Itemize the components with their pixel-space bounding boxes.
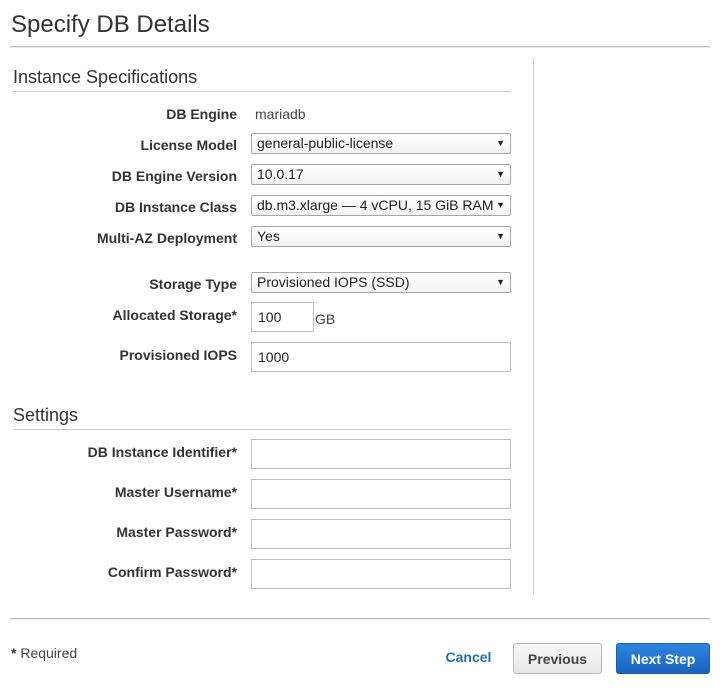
footer-divider — [10, 618, 710, 620]
next-step-button[interactable]: Next Step — [616, 643, 710, 674]
master-username-input[interactable] — [251, 479, 511, 509]
master-password-input[interactable] — [251, 519, 511, 549]
multi-az-deployment-select[interactable]: Yes ▼ — [251, 226, 511, 247]
chevron-down-icon: ▼ — [496, 200, 505, 210]
chevron-down-icon: ▼ — [496, 231, 505, 241]
page-title: Specify DB Details — [11, 11, 210, 38]
license-model-select[interactable]: general-public-license ▼ — [251, 133, 511, 154]
db-engine-value: mariadb — [255, 106, 306, 122]
multi-az-deployment-selected-value: Yes — [257, 228, 280, 244]
instance-specifications-heading: Instance Specifications — [13, 67, 198, 87]
master-password-label: Master Password* — [116, 524, 237, 540]
allocated-storage-unit: GB — [315, 311, 336, 327]
chevron-down-icon: ▼ — [496, 277, 505, 287]
title-divider — [10, 46, 710, 48]
allocated-storage-input[interactable] — [251, 302, 314, 332]
multi-az-deployment-label: Multi-AZ Deployment — [97, 230, 237, 246]
db-instance-class-label: DB Instance Class — [114, 199, 237, 215]
storage-type-select[interactable]: Provisioned IOPS (SSD) ▼ — [251, 272, 511, 293]
required-text: Required — [16, 645, 78, 661]
chevron-down-icon: ▼ — [496, 138, 505, 148]
instance-specifications-divider — [13, 91, 511, 92]
db-engine-version-label: DB Engine Version — [111, 168, 237, 184]
confirm-password-input[interactable] — [251, 559, 511, 589]
settings-divider — [13, 429, 511, 430]
db-instance-class-selected-value: db.m3.xlarge — 4 vCPU, 15 GiB RAM — [257, 197, 494, 213]
settings-heading: Settings — [13, 405, 79, 425]
required-note: * Required — [11, 644, 77, 662]
allocated-storage-label: Allocated Storage* — [112, 307, 237, 323]
storage-type-selected-value: Provisioned IOPS (SSD) — [257, 274, 410, 290]
provisioned-iops-input[interactable] — [251, 342, 511, 372]
cancel-button[interactable]: Cancel — [437, 643, 500, 671]
master-username-label: Master Username* — [114, 484, 237, 500]
storage-type-label: Storage Type — [149, 276, 237, 292]
db-instance-identifier-label: DB Instance Identifier* — [87, 444, 237, 460]
db-instance-class-select[interactable]: db.m3.xlarge — 4 vCPU, 15 GiB RAM ▼ — [251, 195, 511, 216]
db-engine-version-select[interactable]: 10.0.17 ▼ — [251, 164, 511, 185]
provisioned-iops-label: Provisioned IOPS — [119, 347, 237, 363]
vertical-divider — [533, 58, 534, 595]
license-model-selected-value: general-public-license — [257, 135, 394, 151]
chevron-down-icon: ▼ — [496, 169, 505, 179]
previous-button[interactable]: Previous — [513, 643, 602, 674]
confirm-password-label: Confirm Password* — [107, 564, 237, 580]
license-model-label: License Model — [140, 137, 237, 153]
db-instance-identifier-input[interactable] — [251, 439, 511, 469]
db-engine-label: DB Engine — [166, 106, 237, 122]
db-engine-version-selected-value: 10.0.17 — [257, 166, 304, 182]
specify-db-details-page: Specify DB Details Instance Specificatio… — [0, 0, 725, 696]
